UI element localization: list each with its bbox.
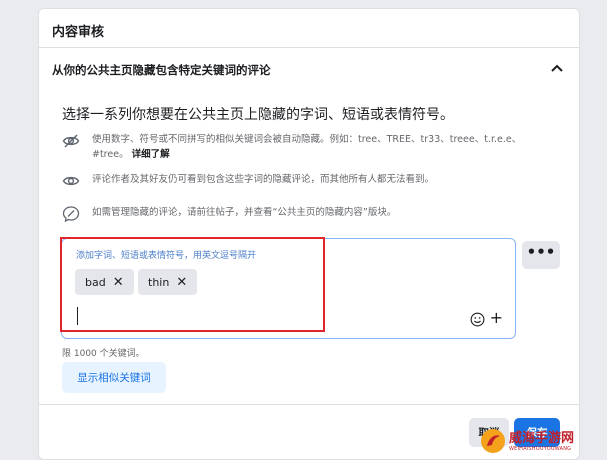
watermark-text: 威海手游网	[509, 430, 575, 446]
footer-divider	[39, 404, 579, 405]
section-title: 从你的公共主页隐藏包含特定关键词的评论	[52, 63, 271, 77]
watermark: 威海手游网 WEIHAISHOUYOUWANG	[480, 424, 607, 458]
learn-more-link[interactable]: 详细了解	[132, 149, 170, 160]
keyword-limit-text: 限 1000 个关键词。	[62, 349, 145, 359]
emoji-icon[interactable]	[470, 312, 485, 327]
chevron-up-icon[interactable]	[549, 61, 565, 77]
info-text: 如需管理隐藏的评论，请前往帖子，并查看“公共主页的隐藏内容”版块。	[92, 207, 397, 218]
divider	[39, 47, 579, 48]
intro-text: 选择一系列你想要在公共主页上隐藏的字词、短语或表情符号。	[62, 107, 454, 123]
eye-icon	[62, 176, 80, 186]
info-text: 评论作者及其好友仍可看到包含这些字词的隐藏评论，而其他所有人都无法看到。	[92, 174, 435, 185]
info-item-similar: 使用数字、符号或不同拼写的相似关键词会被自动隐藏。例如：tree、TREE、tr…	[62, 132, 547, 162]
more-options-button[interactable]: •••	[522, 241, 560, 269]
comment-hidden-icon	[62, 206, 80, 223]
add-keyword-button[interactable]: +	[490, 310, 503, 326]
info-item-manage: 如需管理隐藏的评论，请前往帖子，并查看“公共主页的隐藏内容”版块。	[62, 205, 547, 223]
info-item-visibility: 评论作者及其好友仍可看到包含这些字词的隐藏评论，而其他所有人都无法看到。	[62, 172, 547, 190]
eye-slash-icon	[62, 134, 80, 148]
highlight-box	[60, 237, 325, 332]
content-moderation-card: 内容审核 从你的公共主页隐藏包含特定关键词的评论 选择一系列你想要在公共主页上隐…	[38, 8, 580, 460]
card-title: 内容审核	[52, 25, 105, 40]
watermark-subtext: WEIHAISHOUYOUWANG	[509, 445, 572, 452]
watermark-logo-icon	[481, 429, 505, 453]
show-similar-keywords-button[interactable]: 显示相似关键词	[62, 362, 166, 393]
